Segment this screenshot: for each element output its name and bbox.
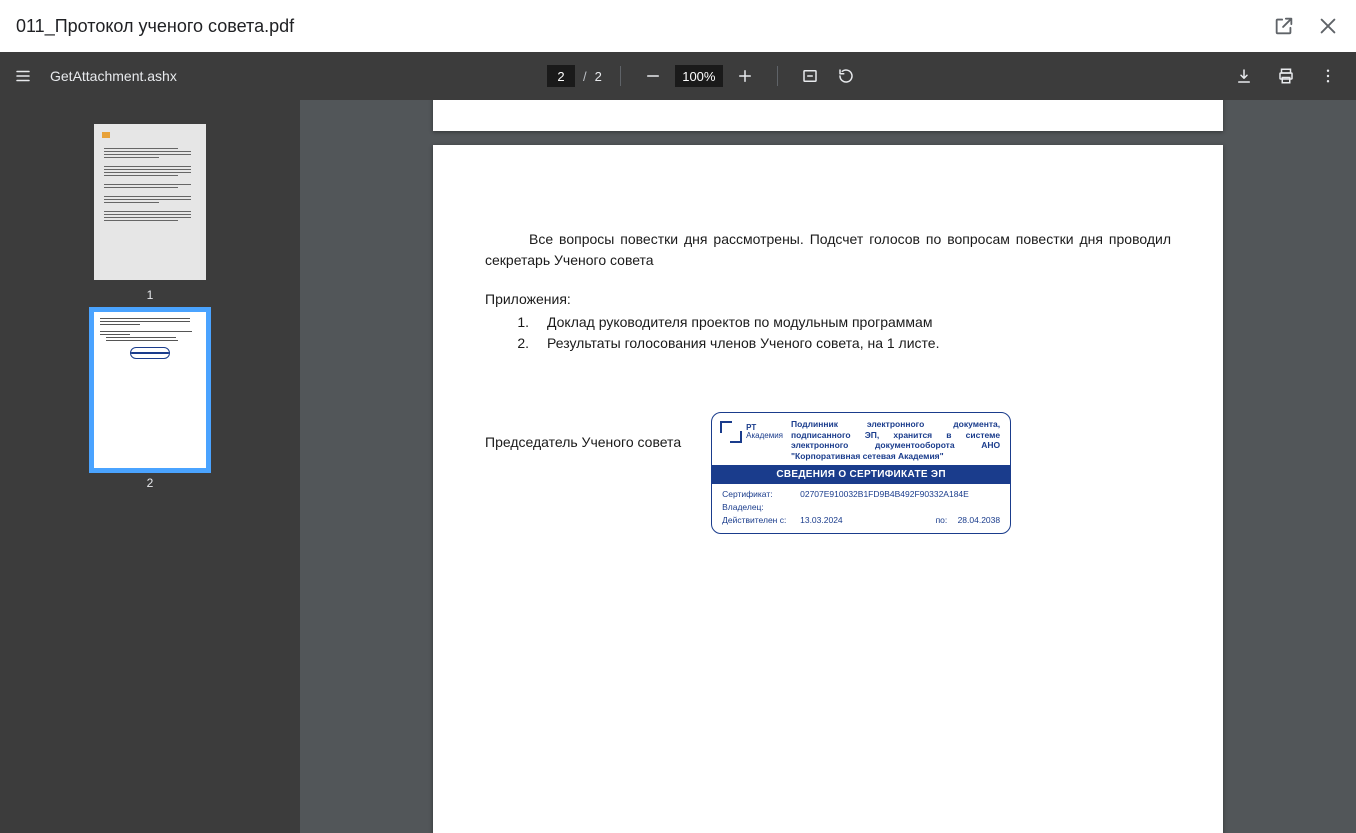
window-title: 011_Протокол ученого совета.pdf [16,16,294,37]
thumbnail-page-1[interactable] [94,124,206,280]
toolbar-divider [777,66,778,86]
thumbnail-2-wrap: 2 [94,312,206,490]
thumbnail-drawer[interactable]: 1 2 [0,100,300,833]
thumbnail-1-label: 1 [147,288,154,302]
toolbar-filename: GetAttachment.ashx [50,68,177,84]
pdf-page-2: Все вопросы повестки дня рассмотрены. По… [433,145,1223,833]
chairperson-label: Председатель Ученого совета [485,412,681,453]
attachments-list: 1.Доклад руководителя проектов по модуль… [485,312,1171,354]
list-item: 1.Доклад руководителя проектов по модуль… [513,312,1171,333]
print-icon[interactable] [1272,62,1300,90]
signature-row: Председатель Ученого совета РТАкадемия П… [485,412,1171,534]
close-icon[interactable] [1316,14,1340,38]
stamp-description: Подлинник электронного документа, подпис… [791,419,1000,462]
list-text: Руководителю проектов по модульным прогр… [575,100,1171,101]
toolbar-divider [620,66,621,86]
download-icon[interactable] [1230,62,1258,90]
zoom-out-button[interactable] [639,62,667,90]
thumbnail-page-2[interactable] [94,312,206,468]
stamp-bar-title: СВЕДЕНИЯ О СЕРТИФИКАТЕ ЭП [712,465,1010,484]
page-separator: / [583,69,587,84]
pdf-viewer[interactable]: 2. Руководителю проектов по модульным пр… [300,100,1356,833]
page-total: 2 [595,69,602,84]
attachments-heading: Приложения: [485,289,1171,310]
zoom-in-button[interactable] [731,62,759,90]
pdf-toolbar: GetAttachment.ashx / 2 100% [0,52,1356,100]
pdf-page-1-partial: 2. Руководителю проектов по модульным пр… [433,100,1223,131]
digital-signature-stamp: РТАкадемия Подлинник электронного докуме… [711,412,1011,534]
rotate-icon[interactable] [832,62,860,90]
open-in-new-icon[interactable] [1272,14,1296,38]
pdf-main: 1 2 2. Р [0,100,1356,833]
stamp-logo-icon: РТАкадемия [720,419,783,443]
more-icon[interactable] [1314,62,1342,90]
zoom-level[interactable]: 100% [675,65,723,87]
thumbnail-1-wrap: 1 [94,124,206,302]
thumbnail-2-label: 2 [147,476,154,490]
list-number: 2. [545,100,557,101]
titlebar-actions [1272,14,1340,38]
menu-icon[interactable] [14,67,32,85]
summary-paragraph: Все вопросы повестки дня рассмотрены. По… [485,229,1171,271]
stamp-details: Сертификат:02707E910032B1FD9B4B492F90332… [712,484,1010,532]
window-titlebar: 011_Протокол ученого совета.pdf [0,0,1356,52]
fit-page-icon[interactable] [796,62,824,90]
list-item: 2.Результаты голосования членов Ученого … [513,333,1171,354]
page-number-input[interactable] [547,65,575,87]
